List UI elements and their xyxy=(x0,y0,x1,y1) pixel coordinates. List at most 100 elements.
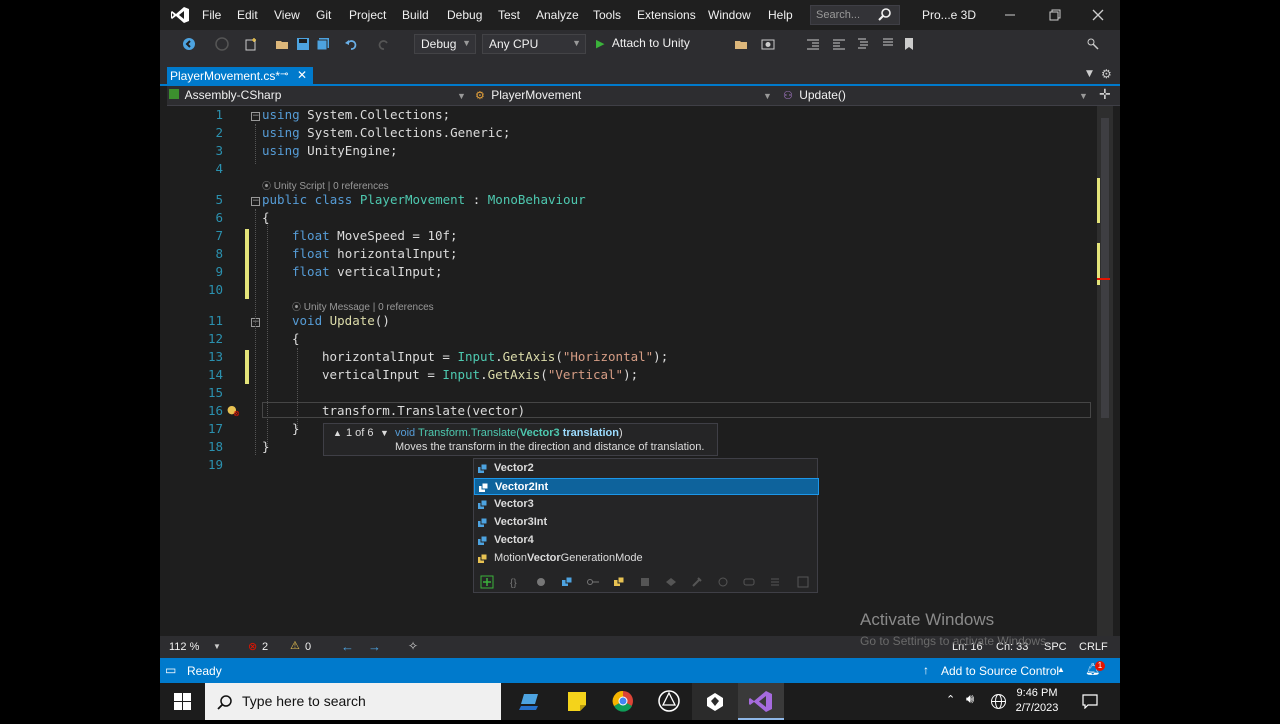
restore-icon[interactable] xyxy=(1045,6,1065,24)
intellisense-completion-list[interactable]: Vector2 Vector2Int Vector3 Vector3Int Ve… xyxy=(473,458,819,593)
taskbar-app-unity-hub-icon[interactable] xyxy=(646,683,692,720)
speaker-icon[interactable]: 🔊︎ xyxy=(966,692,974,707)
bookmark-icon[interactable] xyxy=(902,37,916,51)
taskbar-clock[interactable]: 9:46 PM 2/7/2023 xyxy=(1012,686,1062,716)
scrollbar-thumb[interactable] xyxy=(1101,118,1109,418)
snippet-filter-icon[interactable] xyxy=(796,575,810,589)
chevron-down-icon[interactable]: ▼ xyxy=(213,642,221,651)
class-filter-icon[interactable] xyxy=(534,575,548,589)
nav-back-icon[interactable]: ← xyxy=(341,639,354,654)
menu-help[interactable]: Help xyxy=(768,8,793,22)
visual-studio-logo-icon[interactable] xyxy=(170,6,190,24)
zoom-level[interactable]: 112 % xyxy=(169,641,199,653)
taskbar-app-sticky-notes-icon[interactable] xyxy=(554,683,600,720)
menu-extensions[interactable]: Extensions xyxy=(637,8,696,22)
taskbar-app-unity-icon[interactable] xyxy=(692,683,738,720)
menu-view[interactable]: View xyxy=(274,8,300,22)
feedback-icon[interactable] xyxy=(1086,37,1100,51)
outdent-icon[interactable] xyxy=(832,37,846,51)
settings-gear-icon[interactable]: ⚙ xyxy=(1101,67,1112,81)
taskbar-search-box[interactable]: Type here to search xyxy=(205,683,501,720)
project-name[interactable]: Pro...e 3D xyxy=(922,8,976,22)
property-filter-icon[interactable] xyxy=(690,575,704,589)
completion-item[interactable]: Vector3 xyxy=(474,496,819,513)
tab-list-dropdown-icon[interactable]: ▼ xyxy=(1086,69,1093,79)
minimize-icon[interactable] xyxy=(1000,6,1020,24)
save-icon[interactable] xyxy=(296,37,310,51)
search-icon[interactable] xyxy=(878,7,892,21)
menu-file[interactable]: File xyxy=(202,8,221,22)
menu-project[interactable]: Project xyxy=(349,8,386,22)
struct-filter-icon[interactable] xyxy=(560,575,574,589)
code-line-active[interactable]: transform.Translate(vector) xyxy=(322,403,525,418)
menu-edit[interactable]: Edit xyxy=(237,8,258,22)
screenshot-icon[interactable] xyxy=(761,37,775,51)
menu-window[interactable]: Window xyxy=(708,8,751,22)
member-dropdown[interactable]: ⚇ Update() ▼ xyxy=(783,88,1089,104)
taskbar-app-chrome-icon[interactable] xyxy=(600,683,646,720)
show-hidden-icons-chevron-icon[interactable]: ⌃ xyxy=(946,693,955,706)
close-window-icon[interactable] xyxy=(1088,6,1108,24)
add-source-control-button[interactable]: Add to Source Control xyxy=(941,664,1059,678)
method-filter-icon[interactable] xyxy=(664,575,678,589)
completion-item[interactable]: Vector3Int xyxy=(474,514,819,531)
project-dropdown[interactable]: Assembly-CSharp ▼ xyxy=(167,88,472,104)
menu-tools[interactable]: Tools xyxy=(593,8,621,22)
completion-item[interactable]: Vector2 xyxy=(474,460,819,477)
codelens-method[interactable]: ⦿ Unity Message | 0 references xyxy=(292,300,434,313)
back-icon[interactable] xyxy=(182,37,196,51)
action-center-icon[interactable] xyxy=(1082,693,1098,709)
overload-up-icon[interactable]: ▲ xyxy=(333,428,342,438)
menu-test[interactable]: Test xyxy=(498,8,520,22)
nav-forward-icon[interactable]: → xyxy=(368,639,381,654)
split-editor-icon[interactable]: ✛ xyxy=(1099,87,1111,103)
namespace-filter-icon[interactable]: {} xyxy=(508,575,522,589)
windows-start-icon[interactable] xyxy=(174,693,191,710)
uncomment-icon[interactable] xyxy=(881,37,895,51)
completion-item[interactable]: Vector4 xyxy=(474,532,819,549)
undo-icon[interactable] xyxy=(344,37,358,51)
globe-network-icon[interactable] xyxy=(990,693,1007,710)
menu-git[interactable]: Git xyxy=(316,8,331,22)
attach-to-unity-button[interactable]: ▶ Attach to Unity xyxy=(596,36,690,50)
keyword-filter-icon[interactable] xyxy=(768,575,782,589)
collapse-icon[interactable]: − xyxy=(251,112,260,121)
codelens-class[interactable]: ⦿ Unity Script | 0 references xyxy=(262,179,389,192)
error-marker-icon[interactable]: ⊗ xyxy=(233,409,240,418)
open-folder-icon[interactable] xyxy=(275,37,289,51)
event-filter-icon[interactable] xyxy=(742,575,756,589)
completion-item-selected[interactable]: Vector2Int xyxy=(474,478,819,495)
save-all-icon[interactable] xyxy=(316,37,330,51)
menu-analyze[interactable]: Analyze xyxy=(536,8,579,22)
pin-icon[interactable]: ⊸ xyxy=(280,69,288,80)
forward-icon[interactable] xyxy=(215,37,229,51)
indent-icon[interactable] xyxy=(806,37,820,51)
field-filter-icon[interactable] xyxy=(716,575,730,589)
platform-select[interactable]: Any CPU ▼ xyxy=(482,34,586,54)
output-icon[interactable]: ▭ xyxy=(165,663,176,677)
completion-item[interactable]: MotionVectorGenerationMode xyxy=(474,550,819,567)
code-cleanup-icon[interactable]: ✧ xyxy=(408,639,418,653)
collapse-icon[interactable]: − xyxy=(251,197,260,206)
taskbar-app-azure-icon[interactable] xyxy=(508,683,554,720)
delegate-filter-icon[interactable] xyxy=(638,575,652,589)
new-item-icon[interactable] xyxy=(244,37,258,51)
menu-debug[interactable]: Debug xyxy=(447,8,482,22)
line-ending-indicator[interactable]: CRLF xyxy=(1079,641,1108,653)
error-count[interactable]: 2 xyxy=(262,641,268,653)
redo-icon[interactable] xyxy=(377,37,391,51)
enum-filter-icon[interactable] xyxy=(612,575,626,589)
menu-build[interactable]: Build xyxy=(402,8,429,22)
expand-filter-icon[interactable] xyxy=(480,575,494,589)
configuration-select[interactable]: Debug ▼ xyxy=(414,34,476,54)
overload-down-icon[interactable]: ▼ xyxy=(380,428,389,438)
warning-icon[interactable]: ⚠ xyxy=(290,639,300,652)
error-icon[interactable]: ⊗ xyxy=(248,640,257,653)
class-dropdown[interactable]: ⚙ PlayerMovement ▼ xyxy=(475,88,780,104)
taskbar-app-visual-studio-icon[interactable] xyxy=(738,683,784,720)
interface-filter-icon[interactable] xyxy=(586,575,600,589)
folder-icon[interactable] xyxy=(734,37,748,51)
comment-icon[interactable] xyxy=(856,37,870,51)
warning-count[interactable]: 0 xyxy=(305,641,311,653)
close-tab-icon[interactable]: ✕ xyxy=(297,68,307,82)
